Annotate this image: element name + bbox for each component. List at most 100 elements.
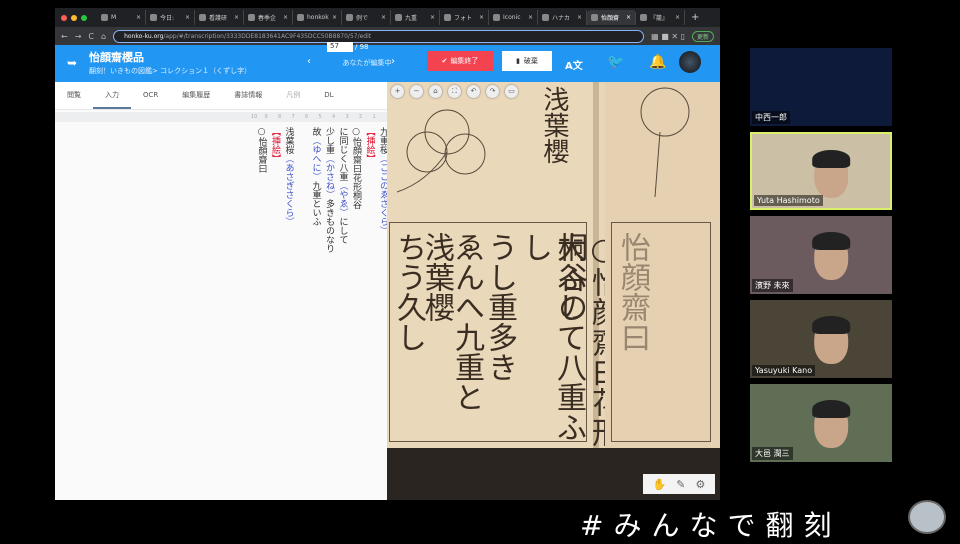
avatar[interactable] [679, 51, 701, 73]
browser-tab[interactable]: 『籠』 × [636, 10, 685, 25]
column-number: 2 [359, 114, 363, 120]
tab-title: M [111, 14, 117, 21]
browser-tab[interactable]: ハナカ × [538, 10, 587, 25]
url-input[interactable]: honko-ku.org/app/#/transcription/3333DDE… [113, 29, 645, 43]
home-icon[interactable]: ⌂ [101, 32, 106, 41]
zoom-in-icon[interactable]: + [391, 85, 404, 98]
reload-icon[interactable]: C [88, 32, 94, 41]
browser-tab[interactable]: Iconic × [489, 10, 538, 25]
transcription-line[interactable]: 浅葉桜（あさぎさくら） [283, 127, 295, 226]
tab-1[interactable]: 入力 [93, 82, 131, 109]
rotate-right-icon[interactable]: ↷ [486, 85, 499, 98]
transcription-line[interactable]: ○怡顔齋曰花形桐谷 [350, 127, 362, 209]
browser-tab[interactable]: 九重 × [391, 10, 440, 25]
pencil-icon[interactable]: ✎ [676, 478, 685, 491]
extensions-icon[interactable]: ▦ ■ ✕ ▯ [651, 32, 685, 41]
transcription-line[interactable]: 故（ゆへに）九重といふ [310, 127, 322, 226]
participant-video[interactable]: 濱野 未來 [750, 216, 892, 294]
tab-2[interactable]: OCR [131, 82, 170, 109]
forward-icon[interactable]: → [75, 32, 82, 41]
twitter-icon[interactable]: 🐦 [607, 54, 624, 70]
favicon-icon [493, 14, 500, 21]
browser-tab[interactable]: 春季企 × [244, 10, 293, 25]
page-icon[interactable]: ▭ [505, 85, 518, 98]
hand-icon[interactable]: ✋ [653, 478, 667, 491]
image-text: 浅葉櫻 [539, 86, 569, 164]
column-number: 3 [345, 114, 349, 120]
app-header: ➥ 怡顔齋櫻品 翻刻！いきもの図鑑> コレクション１（くずし字） 57/ 98 … [55, 42, 720, 82]
participant-name: 大邑 潤三 [752, 447, 793, 460]
back-arrow-icon[interactable]: ➥ [67, 56, 77, 70]
participant-name: 中西一郎 [752, 111, 790, 124]
tab-5[interactable]: 凡例 [274, 82, 312, 109]
transcription-line[interactable]: ○怡顔齋曰 [256, 127, 268, 173]
tab-6[interactable]: DL [312, 82, 345, 109]
window-controls[interactable] [61, 14, 87, 21]
document-page-right: 怡顔齋曰 [605, 82, 720, 448]
tab-title: 看護研 [209, 15, 228, 22]
line-text: にして [337, 217, 348, 244]
home-icon[interactable]: ⌂ [429, 85, 442, 98]
bell-icon[interactable]: 🔔 [649, 54, 666, 70]
favicon-icon [640, 14, 647, 21]
transcription-line[interactable]: に同じく八重（やゑ）にして [337, 127, 349, 244]
close-tab-icon[interactable]: × [479, 14, 484, 21]
browser-tab[interactable]: フォト × [440, 10, 489, 25]
update-button[interactable]: 更新 [691, 30, 714, 42]
close-tab-icon[interactable]: × [381, 14, 386, 21]
prev-page-icon[interactable]: ‹ [307, 56, 311, 67]
rotate-left-icon[interactable]: ↶ [467, 85, 480, 98]
participant-video[interactable]: 大邑 潤三 [750, 384, 892, 462]
close-tab-icon[interactable]: × [332, 14, 337, 21]
new-tab-icon[interactable]: + [691, 12, 699, 23]
tab-0[interactable]: 閲覧 [55, 82, 93, 109]
illustration-tag: 【挿絵】 [270, 127, 280, 163]
close-tab-icon[interactable]: × [234, 14, 239, 21]
favicon-icon [591, 14, 598, 21]
browser-tab[interactable]: M × [97, 10, 146, 25]
browser-tab[interactable]: 今日: × [146, 10, 195, 25]
page-selector[interactable]: 57/ 98 [327, 42, 369, 52]
finish-edit-button[interactable]: ✔ 編集終了 [427, 51, 493, 71]
close-tab-icon[interactable]: × [136, 14, 141, 21]
transcription-line[interactable]: 少し重（かさね）多きものなり [323, 127, 335, 253]
close-tab-icon[interactable]: × [577, 14, 582, 21]
image-text: 大ふして八重ふし [517, 232, 586, 442]
close-tab-icon[interactable]: × [528, 14, 533, 21]
next-page-icon[interactable]: › [391, 56, 395, 67]
participant-video[interactable]: 中西一郎 [750, 48, 892, 126]
close-tab-icon[interactable]: × [626, 14, 631, 21]
zoom-out-icon[interactable]: − [410, 85, 423, 98]
browser-tab[interactable]: 看護研 × [195, 10, 244, 25]
favicon-icon [297, 14, 304, 21]
close-tab-icon[interactable]: × [185, 14, 190, 21]
tab-title: 春季企 [258, 15, 277, 22]
document-image-viewer[interactable]: 浅葉櫻 ○怡顔齋曰花形桐谷の 大ふして八重ふし うし重多き ゑんへ九重と 浅葉櫻… [387, 82, 720, 500]
close-tab-icon[interactable]: × [675, 14, 680, 21]
participant-video[interactable]: Yuta Hashimoto [750, 132, 892, 210]
column-number: 9 [264, 114, 268, 120]
column-number: 1 [372, 114, 376, 120]
transcription-editor[interactable]: 九重桜（ここのゑざくら） 【挿絵】 ○怡顔齋曰花形桐谷 に同じく八重（やゑ）にして 少し… [55, 127, 389, 327]
column-number: 5 [318, 114, 322, 120]
line-text: 九重といふ [310, 181, 321, 226]
tab-4[interactable]: 書誌情報 [222, 82, 274, 109]
participant-video[interactable]: Yasuyuki Kano [750, 300, 892, 378]
fullscreen-icon[interactable]: ⛶ [448, 85, 461, 98]
tab-3[interactable]: 編集履歴 [170, 82, 222, 109]
discard-button[interactable]: ▮ 破棄 [502, 51, 552, 71]
transcription-line[interactable]: 【挿絵】 [269, 127, 281, 163]
browser-tab[interactable]: honkok × [293, 10, 342, 25]
browser-tab[interactable]: 例で × [342, 10, 391, 25]
breadcrumb[interactable]: 翻刻！いきもの図鑑> コレクション１（くずし字） [89, 66, 251, 76]
close-tab-icon[interactable]: × [283, 14, 288, 21]
transcription-line[interactable]: 【挿絵】 [364, 127, 376, 163]
favicon-icon [101, 14, 108, 21]
browser-tab[interactable]: 怡顔齋 × [587, 10, 636, 25]
robot-icon[interactable]: ⚙ [696, 478, 706, 491]
translate-icon[interactable]: A文 [565, 57, 583, 72]
close-tab-icon[interactable]: × [430, 14, 435, 21]
browser-tab-bar: M × 今日: × 看護研 × 春季企 × honkok × 例で × 九重 × フォト × Iconic × ハナ… [55, 8, 720, 27]
participant-face [812, 232, 851, 280]
back-icon[interactable]: ← [61, 32, 68, 41]
